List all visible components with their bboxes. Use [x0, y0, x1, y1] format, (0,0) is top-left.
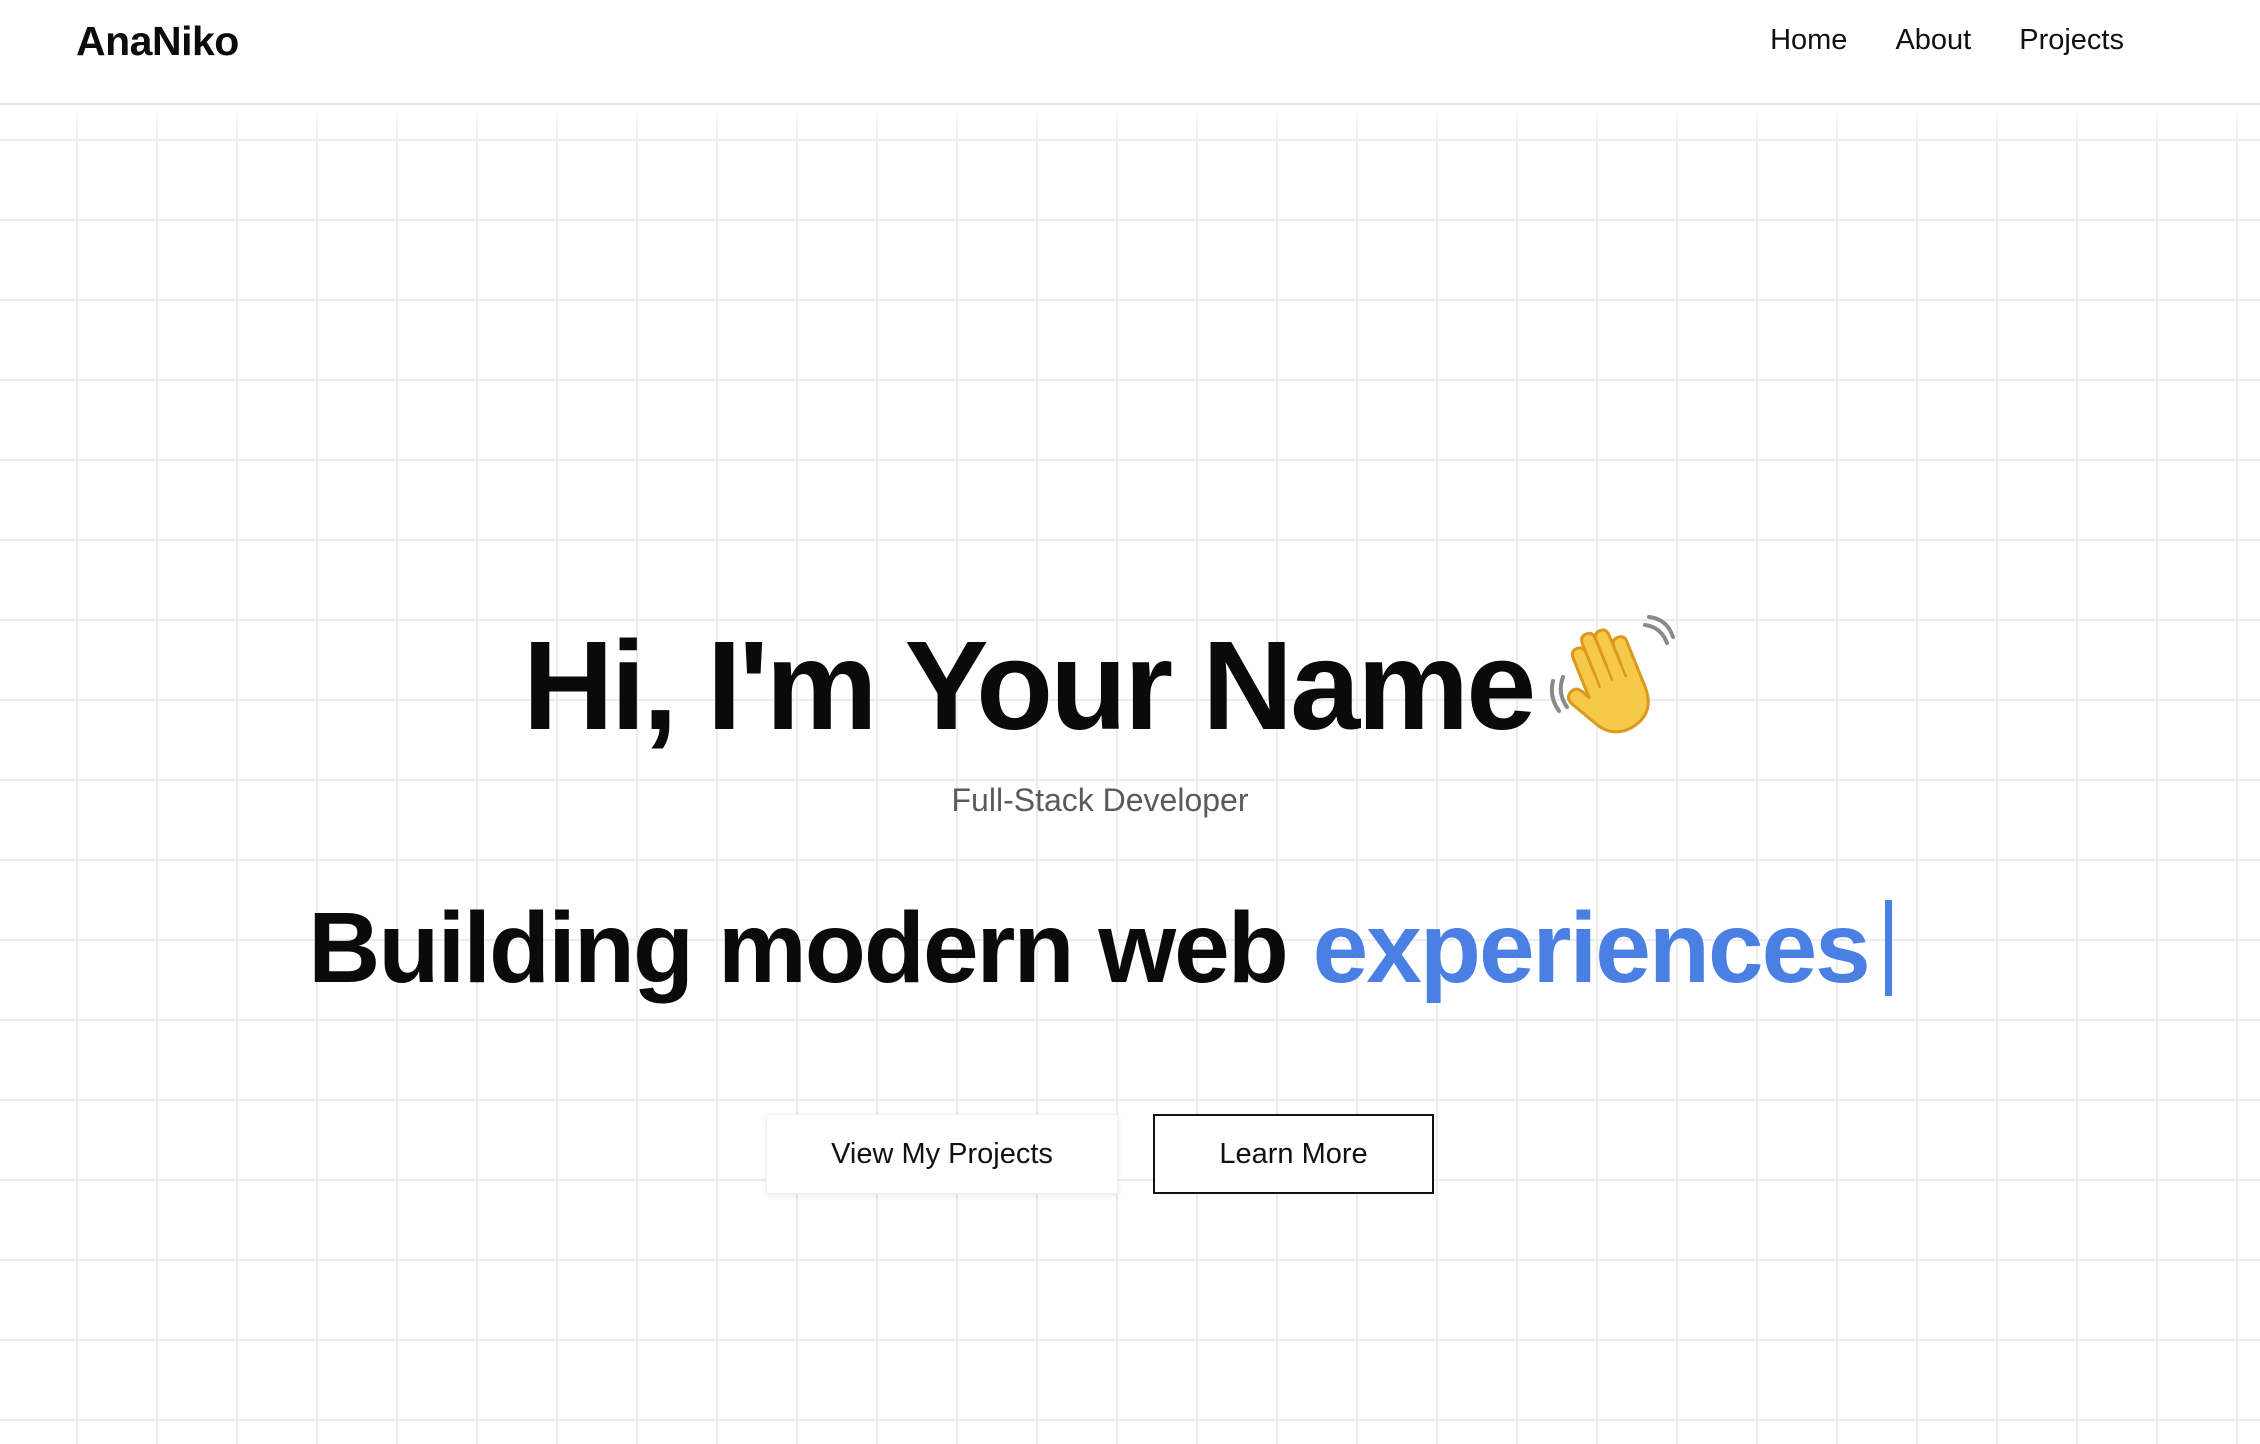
view-projects-button[interactable]: View My Projects [766, 1114, 1118, 1194]
hero-section: Hi, I'm Your Name Full-Stack Developer B… [0, 105, 2260, 1444]
nav-home-link[interactable]: Home [1770, 24, 1847, 57]
brand-logo[interactable]: AnaNiko [76, 18, 239, 65]
hero-role: Full-Stack Developer [951, 782, 1249, 818]
waving-hand-icon [1550, 615, 1676, 734]
tagline-prefix: Building modern web [308, 892, 1289, 1004]
top-navbar: AnaNiko Home About Projects [0, 0, 2260, 105]
main-nav: Home About Projects [1770, 24, 2124, 57]
typing-cursor [1884, 900, 1892, 996]
greeting-text: Hi, I'm Your Name [522, 615, 1537, 756]
grid-fade [0, 105, 2260, 145]
nav-projects-link[interactable]: Projects [2019, 24, 2124, 57]
nav-about-link[interactable]: About [1895, 24, 1971, 57]
tagline-highlight: experiences [1312, 892, 1871, 1004]
hero-tagline: Building modern web experiences [0, 888, 2200, 1008]
learn-more-button[interactable]: Learn More [1153, 1114, 1434, 1194]
hero-greeting: Hi, I'm Your Name [0, 615, 2200, 749]
